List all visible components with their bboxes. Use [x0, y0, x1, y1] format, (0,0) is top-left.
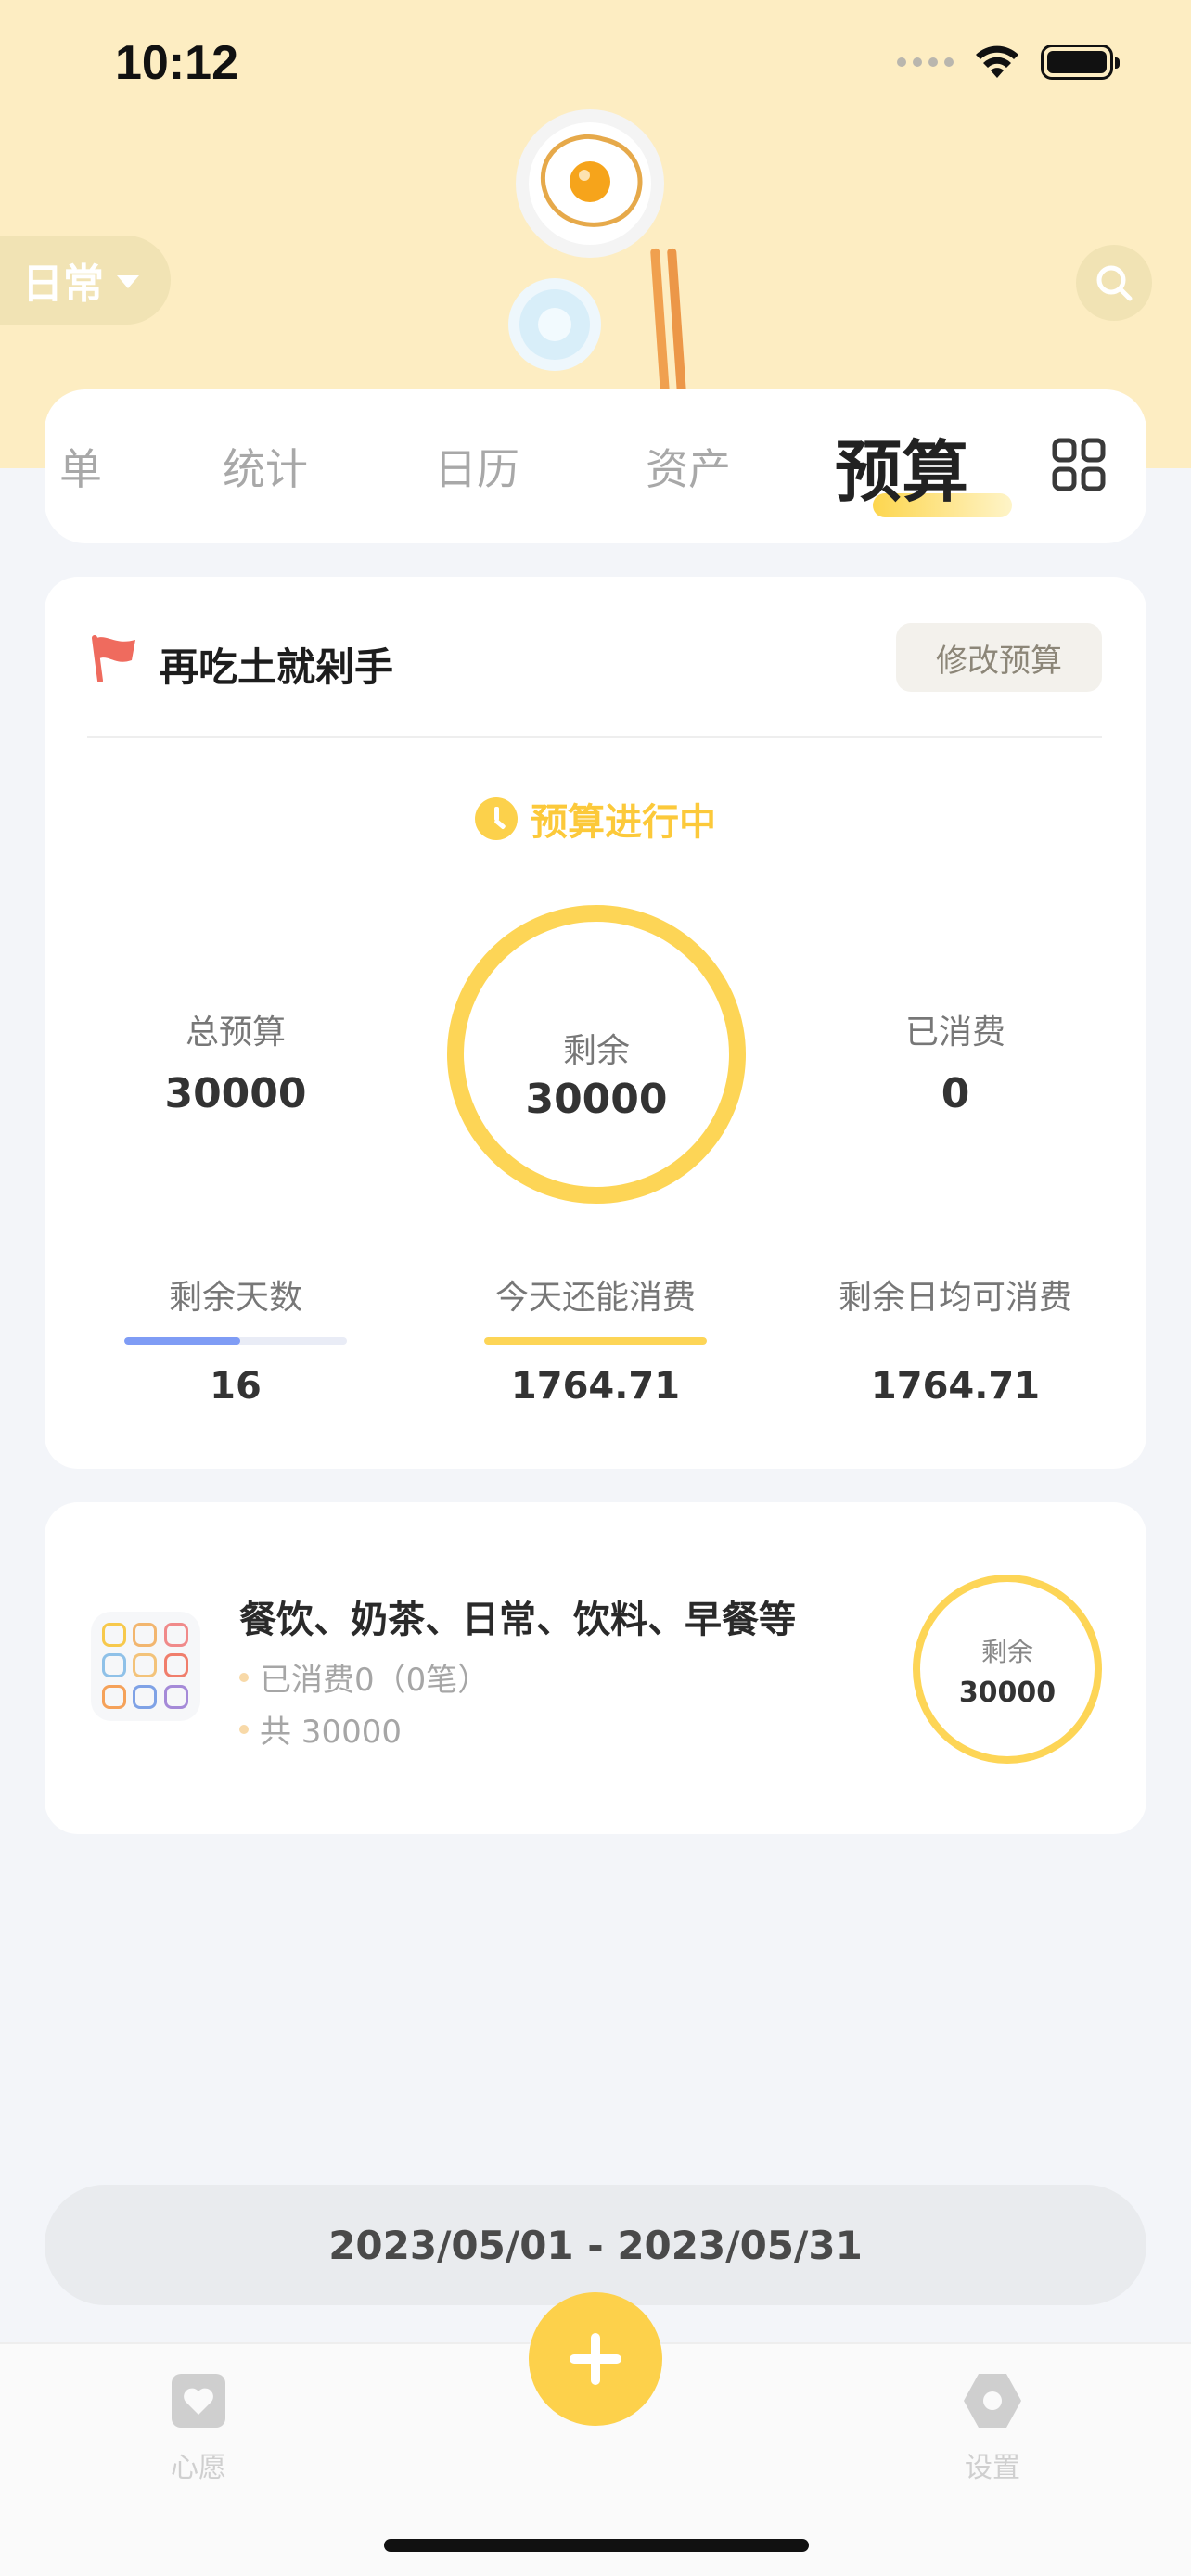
category-remaining-ring: 剩余 30000 — [913, 1575, 1102, 1764]
remaining-ring: 剩余 30000 — [447, 905, 746, 1204]
today-available-value: 1764.71 — [510, 1365, 681, 1408]
status-time: 10:12 — [115, 36, 238, 90]
daily-average: 剩余日均可消费 1764.71 — [816, 1270, 1095, 1408]
account-book-label: 日常 — [22, 261, 104, 308]
bullet-dot — [239, 1672, 249, 1682]
today-available-progress — [484, 1337, 707, 1345]
tab-statistics[interactable]: 统计 — [223, 436, 308, 497]
divider — [87, 736, 1102, 738]
nav-settings-label: 设置 — [965, 2452, 1020, 2484]
category-spent: 已消费0（0笔） — [239, 1654, 489, 1700]
budget-name: 再吃土就剁手 — [160, 644, 394, 690]
remaining-label: 剩余 — [562, 1032, 630, 1070]
status-icons — [897, 45, 1120, 80]
wifi-icon — [976, 45, 1018, 78]
category-title: 餐饮、奶茶、日常、饮料、早餐等 — [239, 1599, 796, 1641]
heart-card-icon — [172, 2374, 225, 2428]
category-grid-icon — [91, 1612, 200, 1721]
home-indicator — [384, 2539, 809, 2552]
tab-bill[interactable]: 单 — [59, 436, 102, 497]
nav-wish-label: 心愿 — [171, 2452, 226, 2484]
spent-label: 已消费 — [904, 1014, 1005, 1052]
category-spent-text: 已消费0（0笔） — [260, 1662, 490, 1699]
spent-value: 0 — [941, 1070, 970, 1117]
total-budget-value: 30000 — [164, 1070, 307, 1117]
caret-down-icon — [117, 275, 139, 288]
tab-calendar[interactable]: 日历 — [434, 436, 519, 497]
tab-bar: 单 统计 日历 资产 预算 — [45, 389, 1146, 543]
tab-budget[interactable]: 预算 — [835, 417, 968, 515]
daily-average-label: 剩余日均可消费 — [838, 1279, 1072, 1317]
budget-status-label: 预算进行中 — [531, 801, 716, 844]
days-left-progress — [124, 1337, 347, 1345]
search-icon — [1096, 265, 1133, 301]
budget-status: 预算进行中 — [45, 792, 1146, 846]
today-available-label: 今天还能消费 — [494, 1279, 696, 1317]
bullet-dot — [239, 1724, 249, 1734]
nav-wish[interactable]: 心愿 — [143, 2372, 254, 2485]
today-available: 今天还能消费 1764.71 — [456, 1270, 735, 1408]
category-remaining-value: 30000 — [958, 1677, 1057, 1709]
category-remaining-label: 剩余 — [980, 1637, 1033, 1667]
days-left-label: 剩余天数 — [168, 1279, 302, 1317]
edit-budget-button[interactable]: 修改预算 — [896, 623, 1102, 692]
category-budget-card[interactable]: 餐饮、奶茶、日常、饮料、早餐等 已消费0（0笔） 共 30000 剩余 3000… — [45, 1502, 1146, 1834]
flag-icon — [92, 635, 135, 682]
date-range-selector[interactable]: 2023/05/01 - 2023/05/31 — [45, 2185, 1146, 2305]
days-left-value: 16 — [210, 1365, 262, 1408]
remaining-value: 30000 — [525, 1076, 668, 1123]
category-total: 共 30000 — [239, 1706, 402, 1752]
tab-assets[interactable]: 资产 — [646, 436, 731, 497]
battery-icon — [1041, 45, 1120, 80]
signal-icon — [897, 57, 954, 67]
category-total-text: 共 30000 — [260, 1714, 402, 1751]
budget-card: 再吃土就剁手 修改预算 预算进行中 总预算 30000 剩余 30000 已消费… — [45, 577, 1146, 1469]
settings-hexagon-icon — [964, 2374, 1021, 2428]
grid-menu-icon[interactable] — [1052, 438, 1106, 491]
spent-amount: 已消费 0 — [816, 1005, 1095, 1117]
clock-icon — [475, 797, 518, 840]
daily-average-value: 1764.71 — [870, 1365, 1041, 1408]
total-budget-label: 总预算 — [185, 1014, 286, 1052]
add-record-button[interactable] — [529, 2292, 662, 2426]
search-button[interactable] — [1076, 245, 1152, 321]
days-left: 剩余天数 16 — [96, 1270, 375, 1408]
account-book-selector[interactable]: 日常 — [0, 236, 171, 325]
total-budget: 总预算 30000 — [96, 1005, 375, 1117]
nav-settings[interactable]: 设置 — [937, 2372, 1048, 2485]
budget-page: 10:12 日常 单 统计 日历 资产 预算 再吃土就剁手 修改预算 预算进行中… — [0, 0, 1191, 2576]
